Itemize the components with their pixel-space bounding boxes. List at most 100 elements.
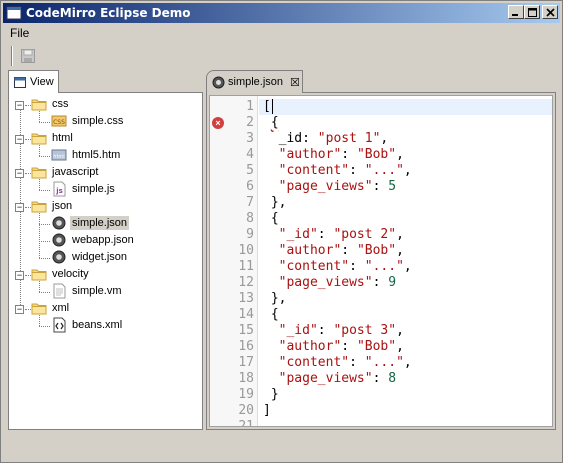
punctuation-token: { [263, 307, 279, 322]
punctuation-token: , [396, 147, 404, 162]
code-editor[interactable]: 1 2 × 3 4 5 6 7 8 9 10 11 12 13 14 15 16 17 18 19 20 21 [ { _… [209, 95, 553, 427]
code-line[interactable]: "author": "Bob", [259, 147, 552, 163]
tree-child-line [39, 315, 40, 326]
line-number: 18 [238, 371, 254, 386]
line-number: 17 [238, 355, 254, 370]
collapse-toggle-icon[interactable]: − [15, 135, 24, 144]
save-button[interactable] [19, 47, 37, 65]
error-icon[interactable]: × [212, 117, 224, 129]
tab-close-icon[interactable]: ☒ [290, 76, 300, 89]
code-line[interactable]: "content": "...", [259, 163, 552, 179]
folder-icon [31, 99, 47, 110]
tree-child-line [39, 145, 40, 156]
code-line[interactable]: "page_views": 8 [259, 371, 552, 387]
tree-file-simple.js[interactable]: js simple.js [51, 180, 117, 197]
code-line[interactable]: }, [259, 195, 552, 211]
view-panel: View − css CSS simple.css − html html html5.htm… [8, 70, 203, 430]
code-line[interactable]: ] [259, 403, 552, 419]
tree-file-html5.htm[interactable]: html html5.htm [51, 146, 122, 163]
view-window-icon [14, 76, 26, 88]
tree-file-simple.vm[interactable]: simple.vm [51, 282, 124, 299]
minimize-icon [512, 14, 518, 16]
tree-item-label: simple.css [72, 114, 124, 127]
code-line[interactable]: "page_views": 9 [259, 275, 552, 291]
code-line[interactable]: { [259, 211, 552, 227]
tree-file-widget.json[interactable]: widget.json [51, 248, 129, 265]
text-file-icon [53, 283, 66, 298]
code-line[interactable]: "content": "...", [259, 355, 552, 371]
code-area[interactable]: [ { _id: "post 1", "author": "Bob", "con… [259, 96, 552, 426]
tree-folder-javascript[interactable]: javascript [31, 163, 100, 180]
line-number: 11 [238, 259, 254, 274]
folder-icon [31, 167, 47, 178]
tree-folder-html[interactable]: html [31, 129, 75, 146]
tree-file-simple.json[interactable]: simple.json [51, 214, 130, 231]
tree-child-line [39, 281, 40, 292]
punctuation-token: : [349, 355, 365, 370]
punctuation-token: { [263, 211, 279, 226]
code-line[interactable]: "author": "Bob", [259, 243, 552, 259]
tree-folder-velocity[interactable]: velocity [31, 265, 91, 282]
tree-child-line [39, 111, 40, 122]
title-bar[interactable]: CodeMirro Eclipse Demo [3, 3, 560, 23]
code-line[interactable]: "content": "...", [259, 259, 552, 275]
line-number: 5 [246, 163, 254, 178]
code-line[interactable]: "_id": "post 2", [259, 227, 552, 243]
tab-view[interactable]: View [8, 70, 59, 93]
line-number: 21 [238, 419, 254, 427]
code-line[interactable]: "_id": "post 3", [259, 323, 552, 339]
tree-folder-xml[interactable]: xml [31, 299, 71, 316]
tree-folder-json[interactable]: json [31, 197, 74, 214]
code-line[interactable]: } [259, 387, 552, 403]
close-button[interactable] [542, 5, 558, 19]
code-line[interactable]: "author": "Bob", [259, 339, 552, 355]
svg-text:html: html [53, 154, 64, 160]
line-number: 3 [246, 131, 254, 146]
json-file-icon [52, 250, 66, 263]
number-token: 8 [388, 371, 397, 386]
collapse-toggle-icon[interactable]: − [15, 271, 24, 280]
punctuation-token: , [403, 259, 412, 274]
app-icon [6, 6, 22, 20]
string-token: "page_views" [278, 275, 373, 290]
app-window: CodeMirro Eclipse Demo File View − css C… [0, 0, 563, 463]
punctuation-token: ] [263, 403, 271, 418]
line-number: 7 [246, 195, 254, 210]
punctuation-token: _id: [263, 131, 318, 146]
code-line[interactable]: { [259, 307, 552, 323]
string-token: "page_views" [278, 371, 373, 386]
tab-simple-json[interactable]: simple.json ☒ [206, 70, 303, 93]
tree-file-simple.css[interactable]: CSS simple.css [51, 112, 125, 129]
svg-text:CSS: CSS [53, 119, 65, 126]
punctuation-token: : [372, 179, 389, 194]
code-line[interactable]: [ [259, 99, 552, 115]
tree-connector [39, 190, 50, 191]
string-token: "author" [278, 243, 342, 258]
tree-file-webapp.json[interactable]: webapp.json [51, 231, 136, 248]
collapse-toggle-icon[interactable]: − [15, 101, 24, 110]
string-token: "content" [278, 163, 350, 178]
close-icon [545, 7, 555, 17]
minimize-button[interactable] [508, 5, 524, 19]
punctuation-token: , [396, 339, 404, 354]
tree-connector [39, 326, 50, 327]
toolbar-grip[interactable] [11, 46, 13, 66]
maximize-button[interactable] [524, 5, 540, 19]
collapse-toggle-icon[interactable]: − [15, 169, 24, 178]
collapse-toggle-icon[interactable]: − [15, 203, 24, 212]
menu-file[interactable]: File [3, 26, 36, 40]
xml-file-icon [53, 317, 66, 332]
punctuation-token: : [341, 147, 357, 162]
collapse-toggle-icon[interactable]: − [15, 305, 24, 314]
code-line[interactable]: { [259, 115, 552, 131]
code-line[interactable]: _id: "post 1", [259, 131, 552, 147]
line-number: 8 [246, 211, 254, 226]
code-line[interactable]: }, [259, 291, 552, 307]
code-line[interactable] [259, 419, 552, 426]
tree-file-beans.xml[interactable]: beans.xml [51, 316, 124, 333]
code-line[interactable]: "page_views": 5 [259, 179, 552, 195]
tree-folder-css[interactable]: css [31, 95, 71, 112]
tree-item-label: beans.xml [72, 318, 123, 331]
punctuation-token: , [403, 163, 412, 178]
line-number: 15 [238, 323, 254, 338]
